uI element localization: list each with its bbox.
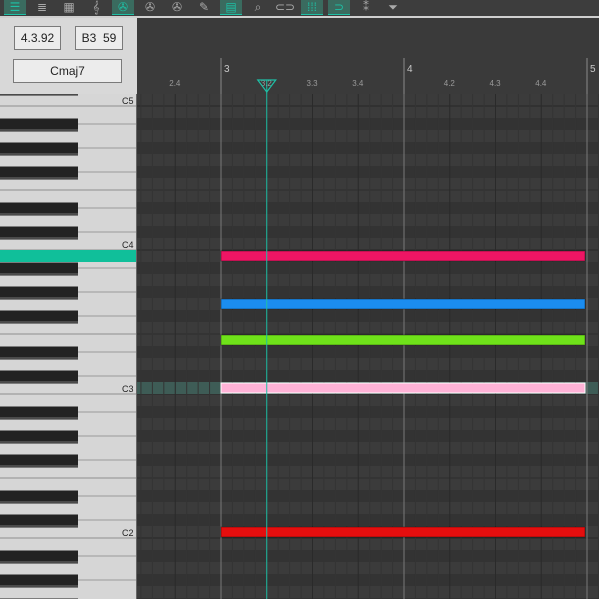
footstep-icon[interactable]: ⁑ [355,0,377,14]
beat-label: 4.2 [444,79,456,88]
piano-black-key-shade [0,357,78,359]
piano-black-key-shade [0,297,78,299]
piano-black-key-shade [0,94,78,95]
snap-grid-icon[interactable]: ⁞⁞⁞ [301,0,323,15]
midi-note[interactable] [220,382,586,394]
octave-label: C3 [122,384,134,394]
piano-key-highlight[interactable] [0,250,137,262]
bar-label: 5 [590,64,596,75]
piano-black-key-shade [0,561,78,563]
beat-label: 4.3 [490,79,502,88]
piano-black-key-shade [0,501,78,503]
piano-black-key-shade [0,321,78,323]
piano-black-key-shade [0,417,78,419]
midi-note[interactable] [220,298,586,310]
reel-icon[interactable]: ✇ [139,0,161,14]
toolbar: ☰ ≣ ▦ 𝄞 ✇ ✇ ✇ ✎ ▤ ⌕ ⊂⊃ ⁞⁞⁞ ⊃ ⁑ ⏷ [0,0,599,18]
grid-view-icon[interactable]: ▦ [58,0,80,14]
reel-active-icon[interactable]: ✇ [112,0,134,15]
bar-label: 4 [407,64,413,75]
ruler-background [137,18,599,94]
beat-label: 4.4 [535,79,547,88]
piano-black-key-shade [0,525,78,527]
beat-label: 2.4 [169,79,181,88]
link-icon[interactable]: ⊂⊃ [274,0,296,14]
beat-label: 3.4 [352,79,364,88]
piano-black-key-shade [0,441,78,443]
piano-black-key-shade [0,381,78,383]
octave-label: C4 [122,240,134,250]
pen-tool-icon[interactable]: ✎ [193,0,215,14]
reel-alt-icon[interactable]: ✇ [166,0,188,14]
octave-label: C2 [122,528,134,538]
magnet-icon[interactable]: ⊃ [328,0,350,15]
piano-black-key-shade [0,213,78,215]
midi-note[interactable] [220,334,586,346]
beat-label: 3.3 [307,79,319,88]
piano-roll-view-icon[interactable]: ☰ [4,0,26,15]
note-field[interactable]: B3 59 [75,26,123,50]
clef-icon[interactable]: 𝄞 [85,0,107,14]
piano-black-key-shade [0,153,78,155]
funnel-icon[interactable]: ⏷ [382,0,404,14]
midi-note[interactable] [220,250,586,262]
bar-label: 3 [224,64,230,75]
chord-field[interactable]: Cmaj7 [13,59,122,83]
position-field[interactable]: 4.3.92 [14,26,61,50]
note-sheet-icon[interactable]: ▤ [220,0,242,15]
piano-black-key-shade [0,585,78,587]
midi-note[interactable] [220,526,586,538]
piano-black-key-shade [0,177,78,179]
piano-keyboard[interactable]: C5 C4 C3 C2 [0,94,137,599]
piano-black-key-shade [0,273,78,275]
zoom-icon[interactable]: ⌕ [247,0,269,14]
octave-label: C5 [122,96,134,106]
piano-black-key-shade [0,237,78,239]
list-view-icon[interactable]: ≣ [31,0,53,14]
info-panel: 4.3.92 B3 59 Cmaj7 [0,18,137,94]
timeline-ruler[interactable]: 3452.43.23.33.44.24.34.4 [137,18,599,94]
piano-black-key-shade [0,465,78,467]
piano-black-key-shade [0,129,78,131]
note-grid[interactable] [137,94,599,599]
